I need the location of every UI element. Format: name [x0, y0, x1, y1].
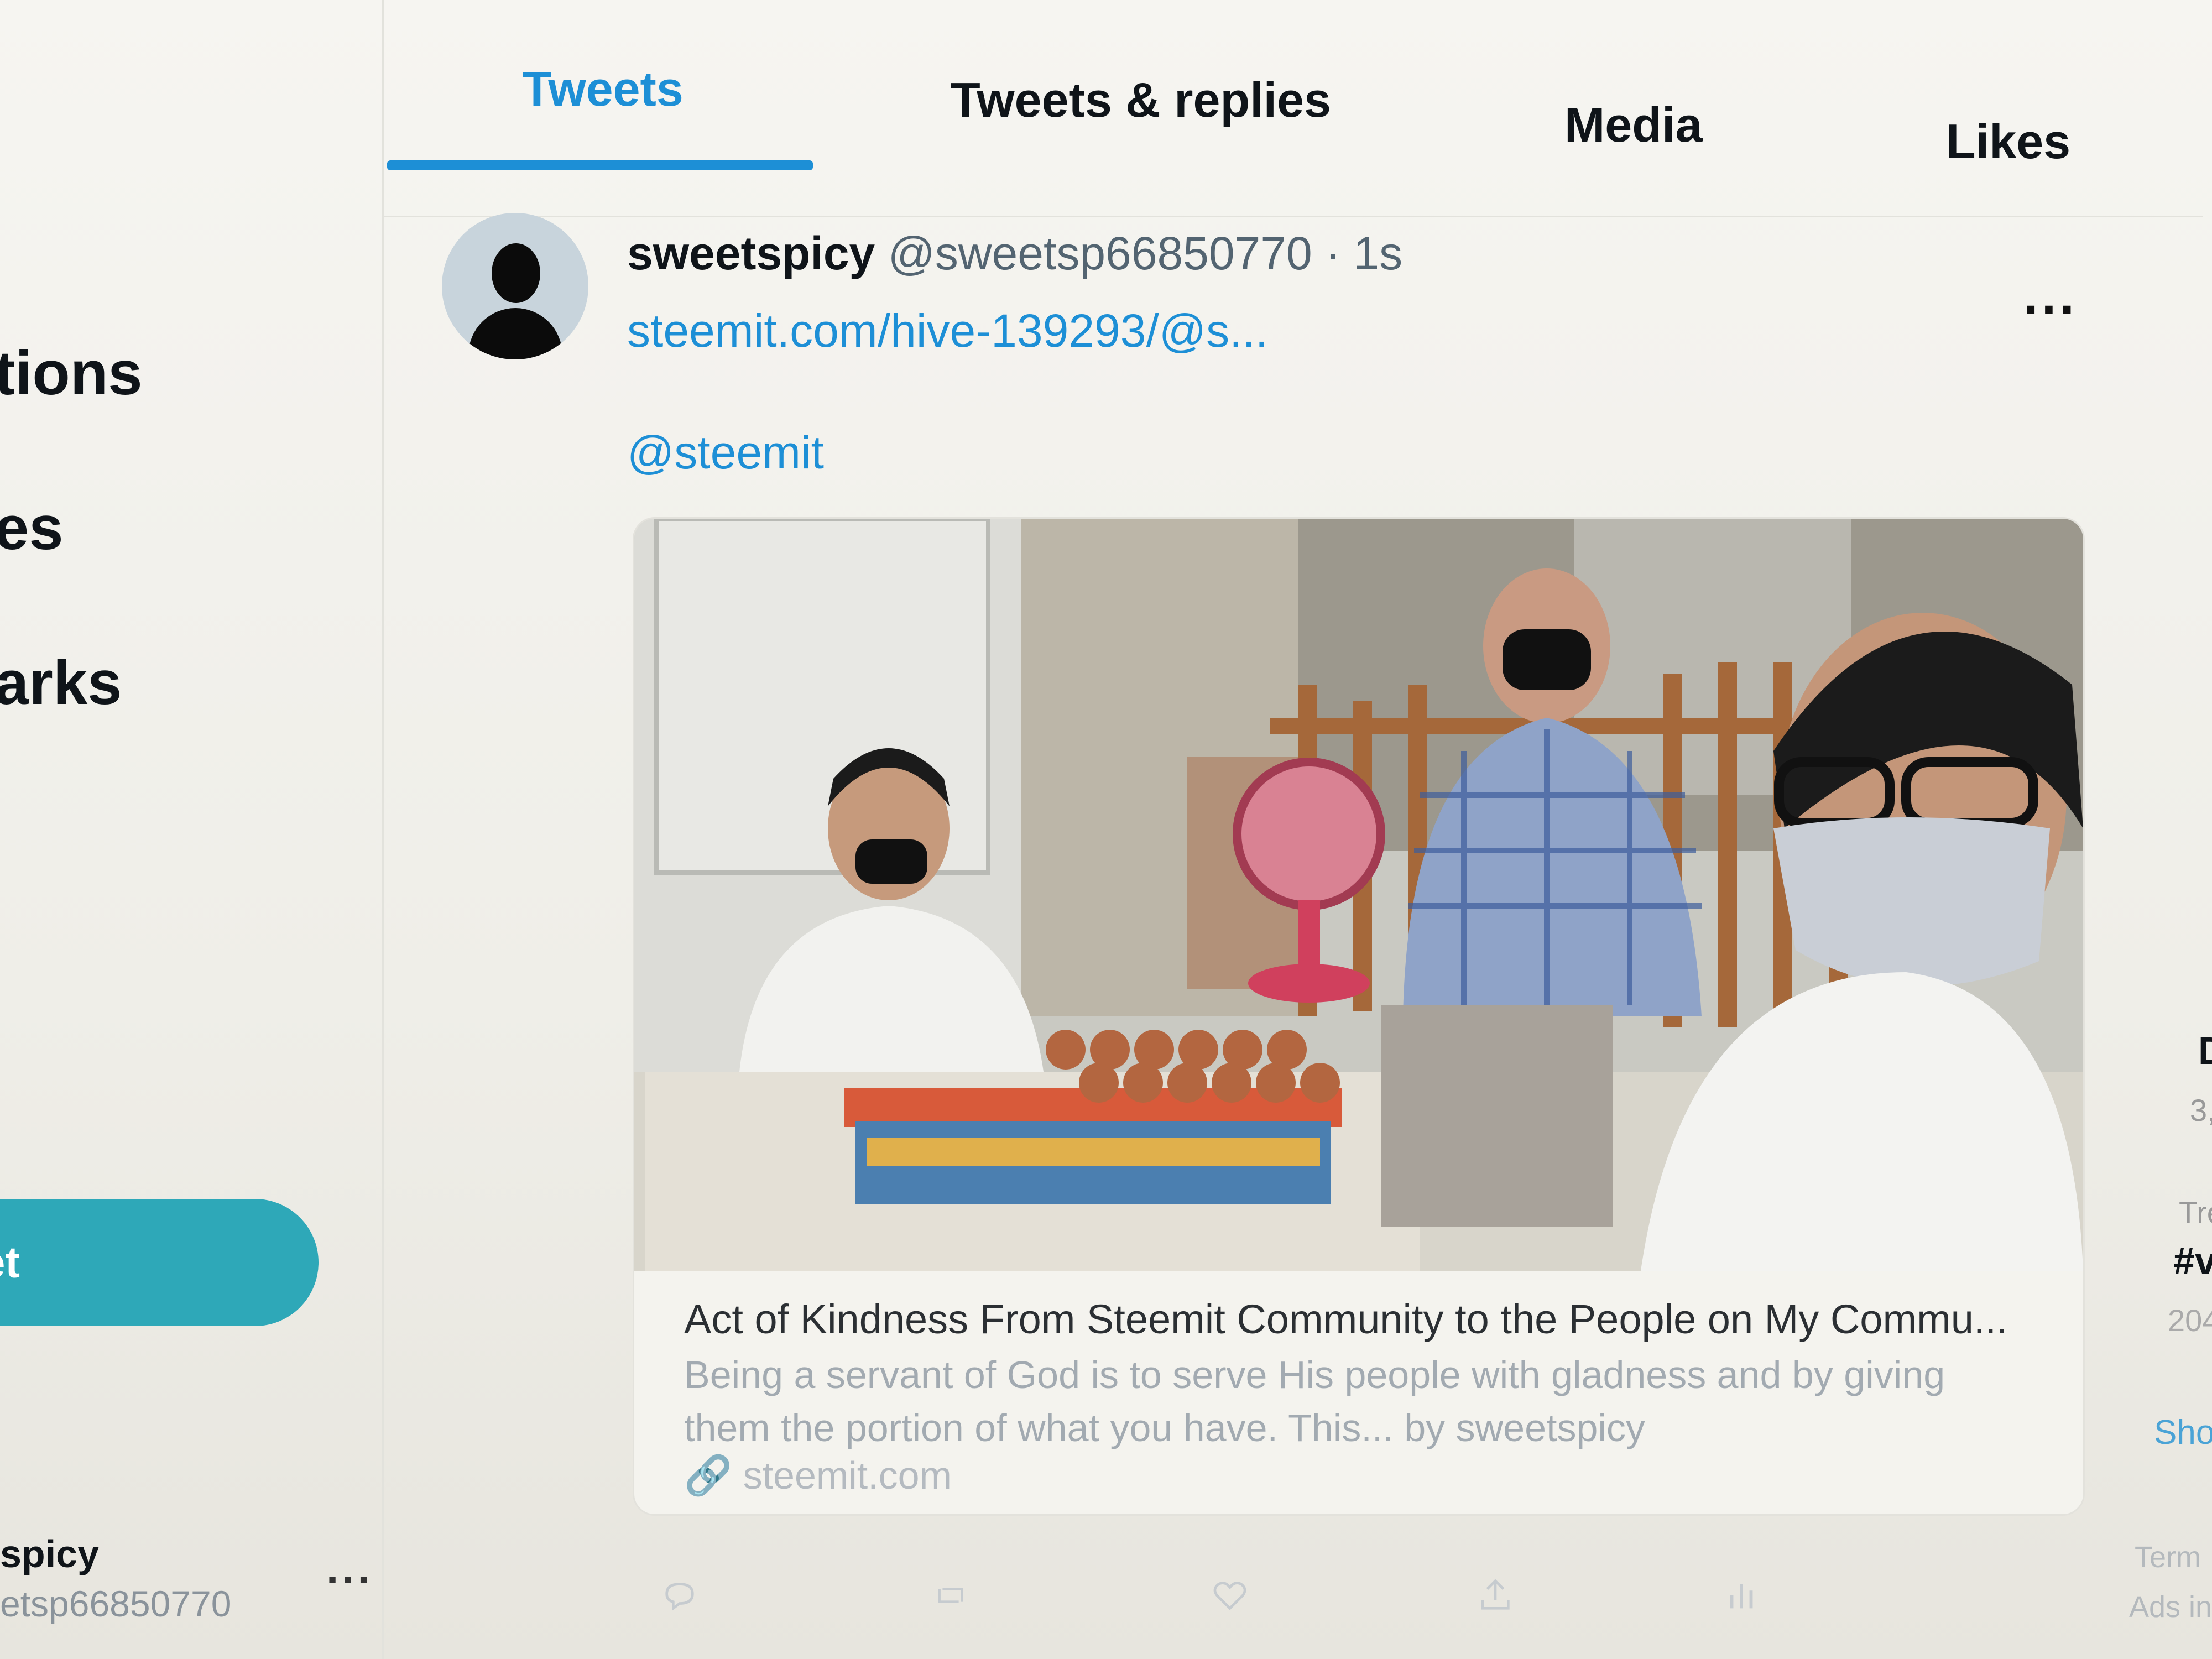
- tab-likes[interactable]: Likes: [1946, 113, 2070, 170]
- card-description: Being a servant of God is to serve His p…: [684, 1353, 1945, 1449]
- right-sidebar-fragment: 3,: [2190, 1093, 2212, 1128]
- link-preview-card[interactable]: Act of Kindness From Steemit Community t…: [633, 517, 2085, 1516]
- right-sidebar-fragment: D: [2198, 1029, 2212, 1073]
- avatar[interactable]: [442, 213, 588, 359]
- like-icon[interactable]: [1211, 1576, 1249, 1615]
- account-handle: etsp66850770: [0, 1583, 232, 1624]
- sidebar-item-notifications[interactable]: tions: [0, 337, 143, 409]
- tab-tweets-replies[interactable]: Tweets & replies: [951, 72, 1331, 128]
- trending-hashtag[interactable]: #v: [2173, 1239, 2212, 1283]
- ads-info-link[interactable]: Ads in: [2129, 1590, 2212, 1624]
- more-options-icon[interactable]: ...: [2023, 265, 2078, 326]
- handle-and-time: @sweetsp66850770 · 1s: [888, 227, 1403, 279]
- active-tab-indicator: [387, 160, 813, 170]
- sidebar-item-bookmarks[interactable]: arks: [0, 647, 122, 718]
- trending-label: Tre: [2179, 1195, 2212, 1230]
- retweet-icon[interactable]: [931, 1576, 970, 1615]
- share-icon[interactable]: [1476, 1576, 1515, 1615]
- display-name[interactable]: sweetspicy: [627, 227, 875, 279]
- tweet-mention[interactable]: @steemit: [627, 426, 824, 479]
- card-photo: [634, 519, 2083, 1271]
- sidebar-item-messages[interactable]: es: [0, 492, 64, 564]
- default-avatar-head: [492, 243, 540, 303]
- account-name[interactable]: spicy: [0, 1532, 99, 1576]
- tweet-author: sweetspicy @sweetsp66850770 · 1s: [627, 227, 1402, 280]
- default-avatar-body: [468, 308, 562, 359]
- trending-count: 204: [2168, 1303, 2212, 1338]
- tweet-button[interactable]: eet: [0, 1199, 319, 1326]
- profile-tabs: Tweets Tweets & replies Media Likes: [384, 0, 2203, 217]
- card-title: Act of Kindness From Steemit Community t…: [684, 1296, 2008, 1342]
- analytics-icon[interactable]: [1722, 1576, 1761, 1615]
- screen: tions es arks eet spicy etsp66850770 ...…: [0, 0, 2212, 1659]
- terms-link[interactable]: Term: [2135, 1540, 2201, 1574]
- show-more-link[interactable]: Sho: [2154, 1413, 2212, 1452]
- reply-icon[interactable]: [660, 1576, 699, 1615]
- timeline-column: Tweets Tweets & replies Media Likes swee…: [382, 0, 2203, 1659]
- account-more-icon[interactable]: ...: [326, 1543, 373, 1594]
- tweet-button-label: eet: [0, 1238, 20, 1287]
- tab-media[interactable]: Media: [1564, 97, 1702, 153]
- card-domain: 🔗 steemit.com: [684, 1453, 952, 1499]
- tweet-link[interactable]: steemit.com/hive-139293/@s...: [627, 304, 1268, 358]
- link-icon: 🔗: [684, 1454, 743, 1497]
- tab-tweets[interactable]: Tweets: [522, 61, 684, 117]
- card-domain-text: steemit.com: [743, 1454, 952, 1497]
